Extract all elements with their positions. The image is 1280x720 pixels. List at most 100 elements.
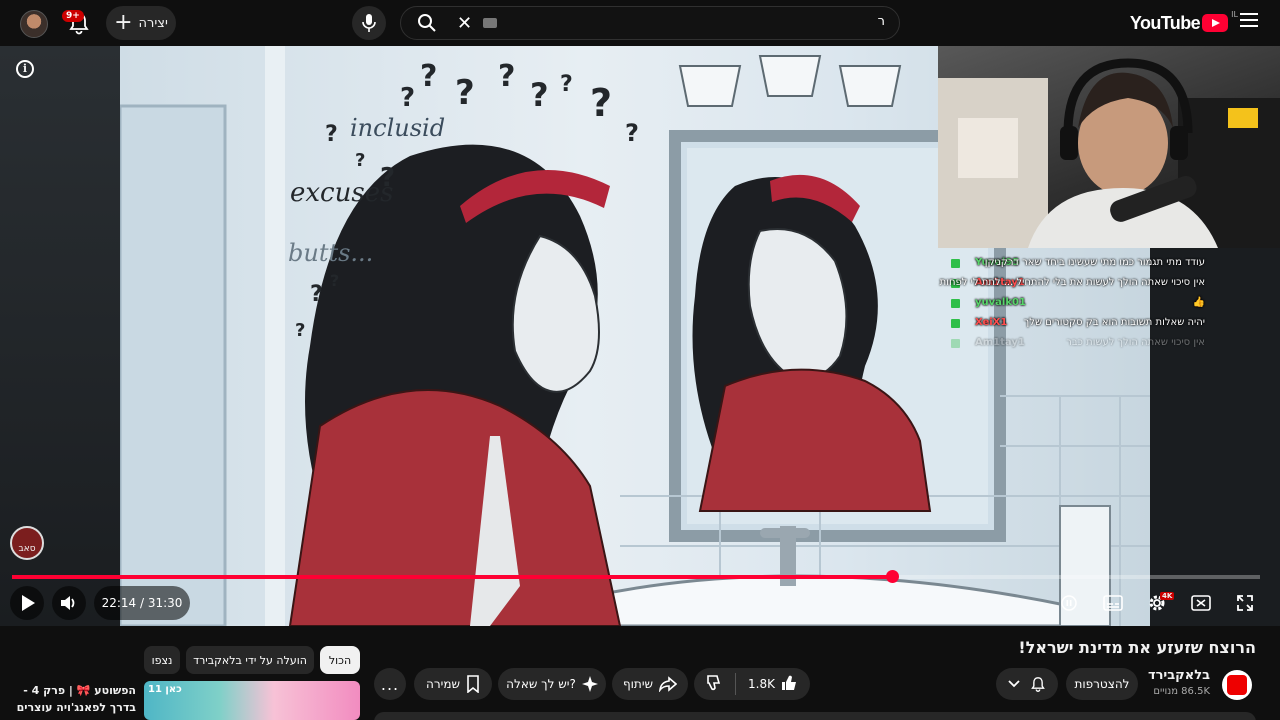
ask-button[interactable]: יש לך שאלה? xyxy=(498,668,606,700)
pause-button[interactable] xyxy=(1052,586,1086,620)
live-chat-overlay: Yuval95 עודד מתי תגמור כמו מתי שעשינו ביח… xyxy=(940,254,1245,354)
channel-avatar[interactable] xyxy=(1222,670,1252,700)
progress-bar[interactable] xyxy=(12,570,1260,583)
volume-icon xyxy=(61,596,75,610)
voice-search-button[interactable] xyxy=(352,6,386,40)
youtube-play-icon xyxy=(1202,14,1228,32)
notification-badge: 9+ xyxy=(62,10,84,22)
chat-message: Am1tay1 אין סיכוי שאתה הולך לעשות כבר xyxy=(945,334,1245,354)
chat-message: Am1tay1 אין סיכוי שאתה הולך לעשות את בלי … xyxy=(940,274,1245,294)
account-avatar[interactable] xyxy=(20,10,48,38)
chat-badge-icon xyxy=(951,259,960,268)
chat-message: XeiX1 יהיה שאלות תשובות הוא בק סקטורים של… xyxy=(945,314,1245,334)
chip-all[interactable]: הכול xyxy=(320,646,360,674)
recommendation-title-line2: בדרך לפאנג'ויה עוצרים xyxy=(16,701,136,714)
youtube-logo[interactable]: YouTube IL xyxy=(1130,10,1238,34)
recommendation-title-line1: הפשוטע 🎀 | פרק 4 - xyxy=(23,684,136,697)
description-box[interactable] xyxy=(374,712,1256,720)
like-button[interactable] xyxy=(781,674,799,695)
svg-text:?: ? xyxy=(560,72,573,97)
chat-text: יהיה שאלות תשובות הוא בק סקטורים שלך xyxy=(1023,317,1205,328)
recommendation-thumbnail[interactable]: כאן 11 xyxy=(144,681,360,720)
svg-text:?: ? xyxy=(420,59,437,94)
chat-message: Yuval95 עודד מתי תגמור כמו מתי שעשינו ביח… xyxy=(945,254,1245,274)
streamer-illustration xyxy=(938,58,1280,248)
like-divider xyxy=(735,673,737,695)
chat-username: yuvalk01 xyxy=(975,297,1026,308)
like-dislike-segment: 1.8K xyxy=(694,668,810,700)
chat-username: XeiX1 xyxy=(975,317,1008,328)
right-controls: 4K xyxy=(1052,586,1262,620)
search-box[interactable]: ✕ xyxy=(400,6,900,40)
scrubber-handle[interactable] xyxy=(885,570,899,583)
subtitles-button[interactable] xyxy=(1096,586,1130,620)
fullscreen-button[interactable] xyxy=(1228,586,1262,620)
subscribed-bell-button[interactable] xyxy=(996,668,1058,700)
thumbs-down-icon xyxy=(707,674,721,690)
share-button[interactable]: שיתוף xyxy=(612,668,688,700)
bookmark-icon xyxy=(467,675,479,693)
keyboard-icon[interactable] xyxy=(483,18,497,28)
microphone-icon xyxy=(362,14,376,32)
svg-text:?: ? xyxy=(330,271,339,290)
fullscreen-icon xyxy=(1237,595,1253,611)
svg-text:?: ? xyxy=(498,59,515,94)
more-actions-button[interactable]: ... xyxy=(374,668,406,700)
recommendation-title[interactable]: הפשוטע 🎀 | פרק 4 - בדרך לפאנג'ויה עוצרים xyxy=(17,682,136,716)
menu-icon[interactable] xyxy=(1240,13,1258,33)
sparkle-icon xyxy=(581,676,598,692)
dislike-button[interactable] xyxy=(705,674,723,695)
video-title: הרוצח שזעזע את מדינת ישראל! xyxy=(1018,638,1256,657)
ask-label: יש לך שאלה? xyxy=(506,677,576,691)
clear-search-icon[interactable]: ✕ xyxy=(457,13,472,34)
time-display: 22:14 / 31:30 xyxy=(94,586,190,620)
info-icon[interactable]: i xyxy=(16,60,34,78)
channel-logo-icon xyxy=(1227,675,1247,695)
like-count: 1.8K xyxy=(748,677,775,691)
svg-text:?: ? xyxy=(295,320,305,341)
recommendation-channel-logo: כאן 11 xyxy=(148,684,182,695)
chat-text: אין סיכוי שאתה הולך לעשות כבר xyxy=(1066,337,1205,348)
create-button[interactable]: + יצירה xyxy=(106,6,176,40)
svg-text:?: ? xyxy=(455,73,475,113)
share-icon xyxy=(659,676,678,692)
progress-played xyxy=(12,575,892,579)
chip-watched[interactable]: נצפו xyxy=(144,646,180,674)
channel-name[interactable]: בלאקבירד xyxy=(1148,668,1210,683)
volume-button[interactable] xyxy=(52,586,86,620)
search-icon[interactable] xyxy=(401,7,453,39)
country-code: IL xyxy=(1231,10,1238,19)
svg-text:?: ? xyxy=(400,83,415,113)
pause-circle-icon xyxy=(1061,595,1077,611)
subscriber-count: 86.5K מנויים xyxy=(1153,686,1210,697)
art-word: butts... xyxy=(288,239,373,267)
chat-badge-icon xyxy=(951,319,960,328)
video-player[interactable]: ?? ?? ?? ?? ?? ?? ?? inclusid excuses bu… xyxy=(0,46,1280,626)
chip-uploaded-by[interactable]: הועלה על ידי בלאקבירד xyxy=(186,646,314,674)
create-label: יצירה xyxy=(138,15,168,31)
svg-text:?: ? xyxy=(325,122,338,147)
chat-message: yuvalk01 👍 xyxy=(945,294,1245,314)
streamer-webcam xyxy=(938,46,1280,248)
subtitles-icon xyxy=(1103,595,1123,611)
art-word: excuses xyxy=(290,178,393,208)
chat-badge-icon xyxy=(951,299,960,308)
masthead: YouTube IL ✕ + יצירה 9+ xyxy=(0,0,1280,46)
chat-text: עודד מתי תגמור כמו מתי שעשינו ביחד שאר ד… xyxy=(984,257,1205,268)
settings-button[interactable]: 4K xyxy=(1140,586,1175,620)
art-word: inclusid xyxy=(350,114,445,142)
channel-watermark[interactable]: סאב xyxy=(10,526,44,560)
bell-icon xyxy=(1031,677,1045,692)
svg-text:?: ? xyxy=(590,81,612,125)
chat-username: Am1tay1 xyxy=(975,337,1025,348)
miniplayer-icon xyxy=(1191,595,1211,611)
search-input[interactable] xyxy=(525,14,885,29)
miniplayer-button[interactable] xyxy=(1184,586,1218,620)
chat-badge-icon xyxy=(951,339,960,348)
play-button[interactable] xyxy=(10,586,44,620)
svg-text:?: ? xyxy=(310,282,323,307)
join-button[interactable]: להצטרפות xyxy=(1066,668,1138,700)
chevron-down-icon xyxy=(1008,680,1020,688)
save-button[interactable]: שמירה xyxy=(414,668,492,700)
quality-badge: 4K xyxy=(1160,592,1175,600)
